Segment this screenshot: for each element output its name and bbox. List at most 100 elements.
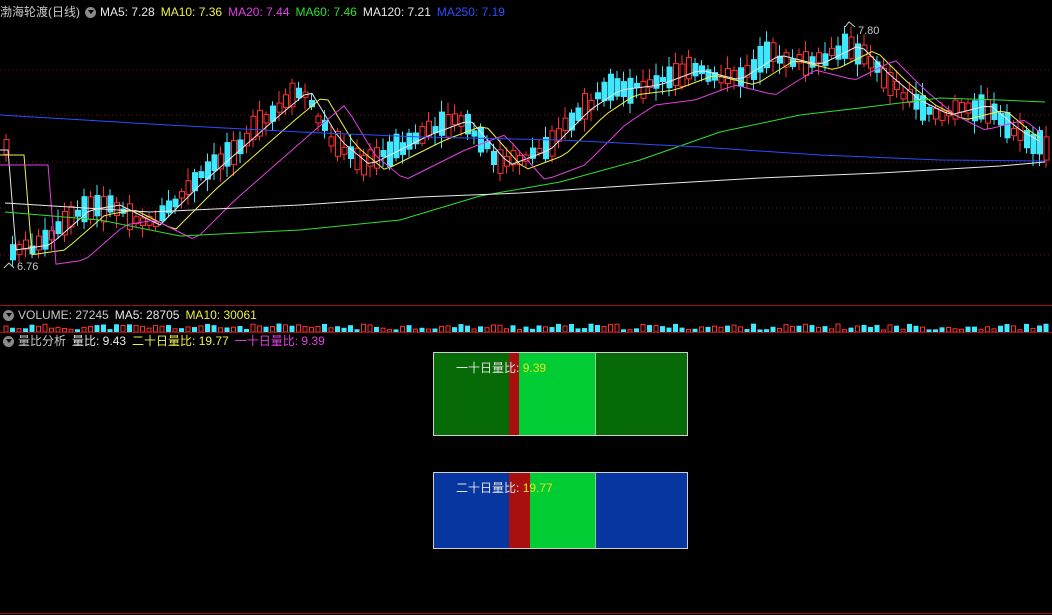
volume-bar [835,323,841,333]
candle-body [491,150,497,166]
candle-body [10,244,16,261]
candle-body [549,130,556,157]
candle-body [614,78,621,97]
candle-body [1043,136,1050,161]
candle-body [179,191,185,199]
ratio-ten: 一十日量比: 9.39 [234,334,325,348]
high-marker: 7.80 [844,21,879,37]
volume-bar [127,324,132,333]
volume-bar [608,324,613,333]
volume-bar [491,324,496,333]
candle-body [634,82,640,89]
candle-body [900,92,907,100]
candle-body [699,65,705,75]
candle-body [276,102,283,113]
candle-body [185,180,192,196]
candle-body [296,87,302,99]
candle-body [68,205,75,228]
volume-bar [29,324,35,333]
candle-body [673,63,679,87]
ma120-line [4,161,1046,213]
volume-bar [1004,324,1010,333]
candle-body [315,115,322,124]
price-volume-divider [0,305,1052,306]
candle-body [842,33,848,59]
price-chart[interactable]: 7.80 6.76 [0,0,1052,300]
volume-bar [133,324,139,333]
volume-bar [751,323,756,333]
candle-body [640,80,647,99]
candle-body [445,113,452,138]
candle-body [341,146,348,155]
volume-bar [101,324,106,333]
volume-bar [614,323,620,333]
volume-bar [556,323,561,333]
candle-body [822,53,829,67]
candle-body [536,147,543,154]
candle-body [874,61,881,73]
candle-body [172,198,179,208]
volume-bar [250,323,256,333]
candle-body [458,115,465,127]
candle-body [725,68,731,85]
candle-body [926,106,933,115]
candle-body [686,57,692,80]
candle-body [354,147,361,171]
candle-body [666,66,673,89]
volume-bar [42,323,48,333]
volume-bar [673,323,678,333]
candle-body [679,63,686,87]
volume-value: VOLUME: 27245 [18,308,109,322]
candle-body [718,76,725,84]
volume-bar [114,324,119,333]
candle-body [660,77,666,83]
candle-body [562,117,569,132]
candle-body [380,150,387,157]
volume-bar [569,324,574,333]
candle-body [81,196,88,223]
candle-body [426,120,432,137]
volume-bar [887,324,893,333]
volume-bar [783,324,789,333]
volume-bar [283,324,288,333]
volume-bar [322,323,327,333]
candle-body [1011,127,1017,137]
volume-menu-icon[interactable] [3,309,14,321]
volume-bar [731,324,737,333]
ratio-header: 量比分析 量比: 9.43 二十日量比: 19.77 一十日量比: 9.39 [0,333,331,349]
candle-body [283,94,289,109]
candle-body [738,67,744,87]
candle-body [452,113,458,126]
candle-body [985,99,991,124]
volume-bar [640,324,646,333]
low-marker: 6.76 [3,261,38,273]
volume-bar [120,324,126,333]
candle-body [829,47,835,57]
volume-ma5: MA5: 28705 [114,308,180,322]
candle-body [920,95,926,121]
candle-body [55,221,62,235]
candle-body [692,62,699,77]
ratio-twenty: 二十日量比: 19.77 [132,334,229,348]
volume-bar [1043,323,1049,333]
volume-bar [296,324,301,333]
bottom-divider [0,613,1052,614]
volume-bar [367,324,373,333]
candle-body [835,45,842,60]
ratio-menu-icon[interactable] [3,335,14,347]
candle-body [1037,130,1043,155]
volume-bar [361,323,366,333]
candle-body [575,107,582,121]
volume-bar [458,324,464,333]
candle-body [263,114,270,124]
candle-body [933,108,939,120]
ten-day-panel-label: 一十日量比: 9.39 [456,361,547,375]
candle-body [419,125,426,144]
candle-body [471,130,478,137]
ratio-title: 量比分析 [18,334,67,348]
ratio-qb: 量比: 9.43 [72,334,127,348]
volume-bar [803,323,808,333]
twenty-day-ratio-panel: 二十日量比: 19.77 [433,472,688,549]
volume-bar [1024,323,1029,333]
volume-bar [907,323,912,333]
